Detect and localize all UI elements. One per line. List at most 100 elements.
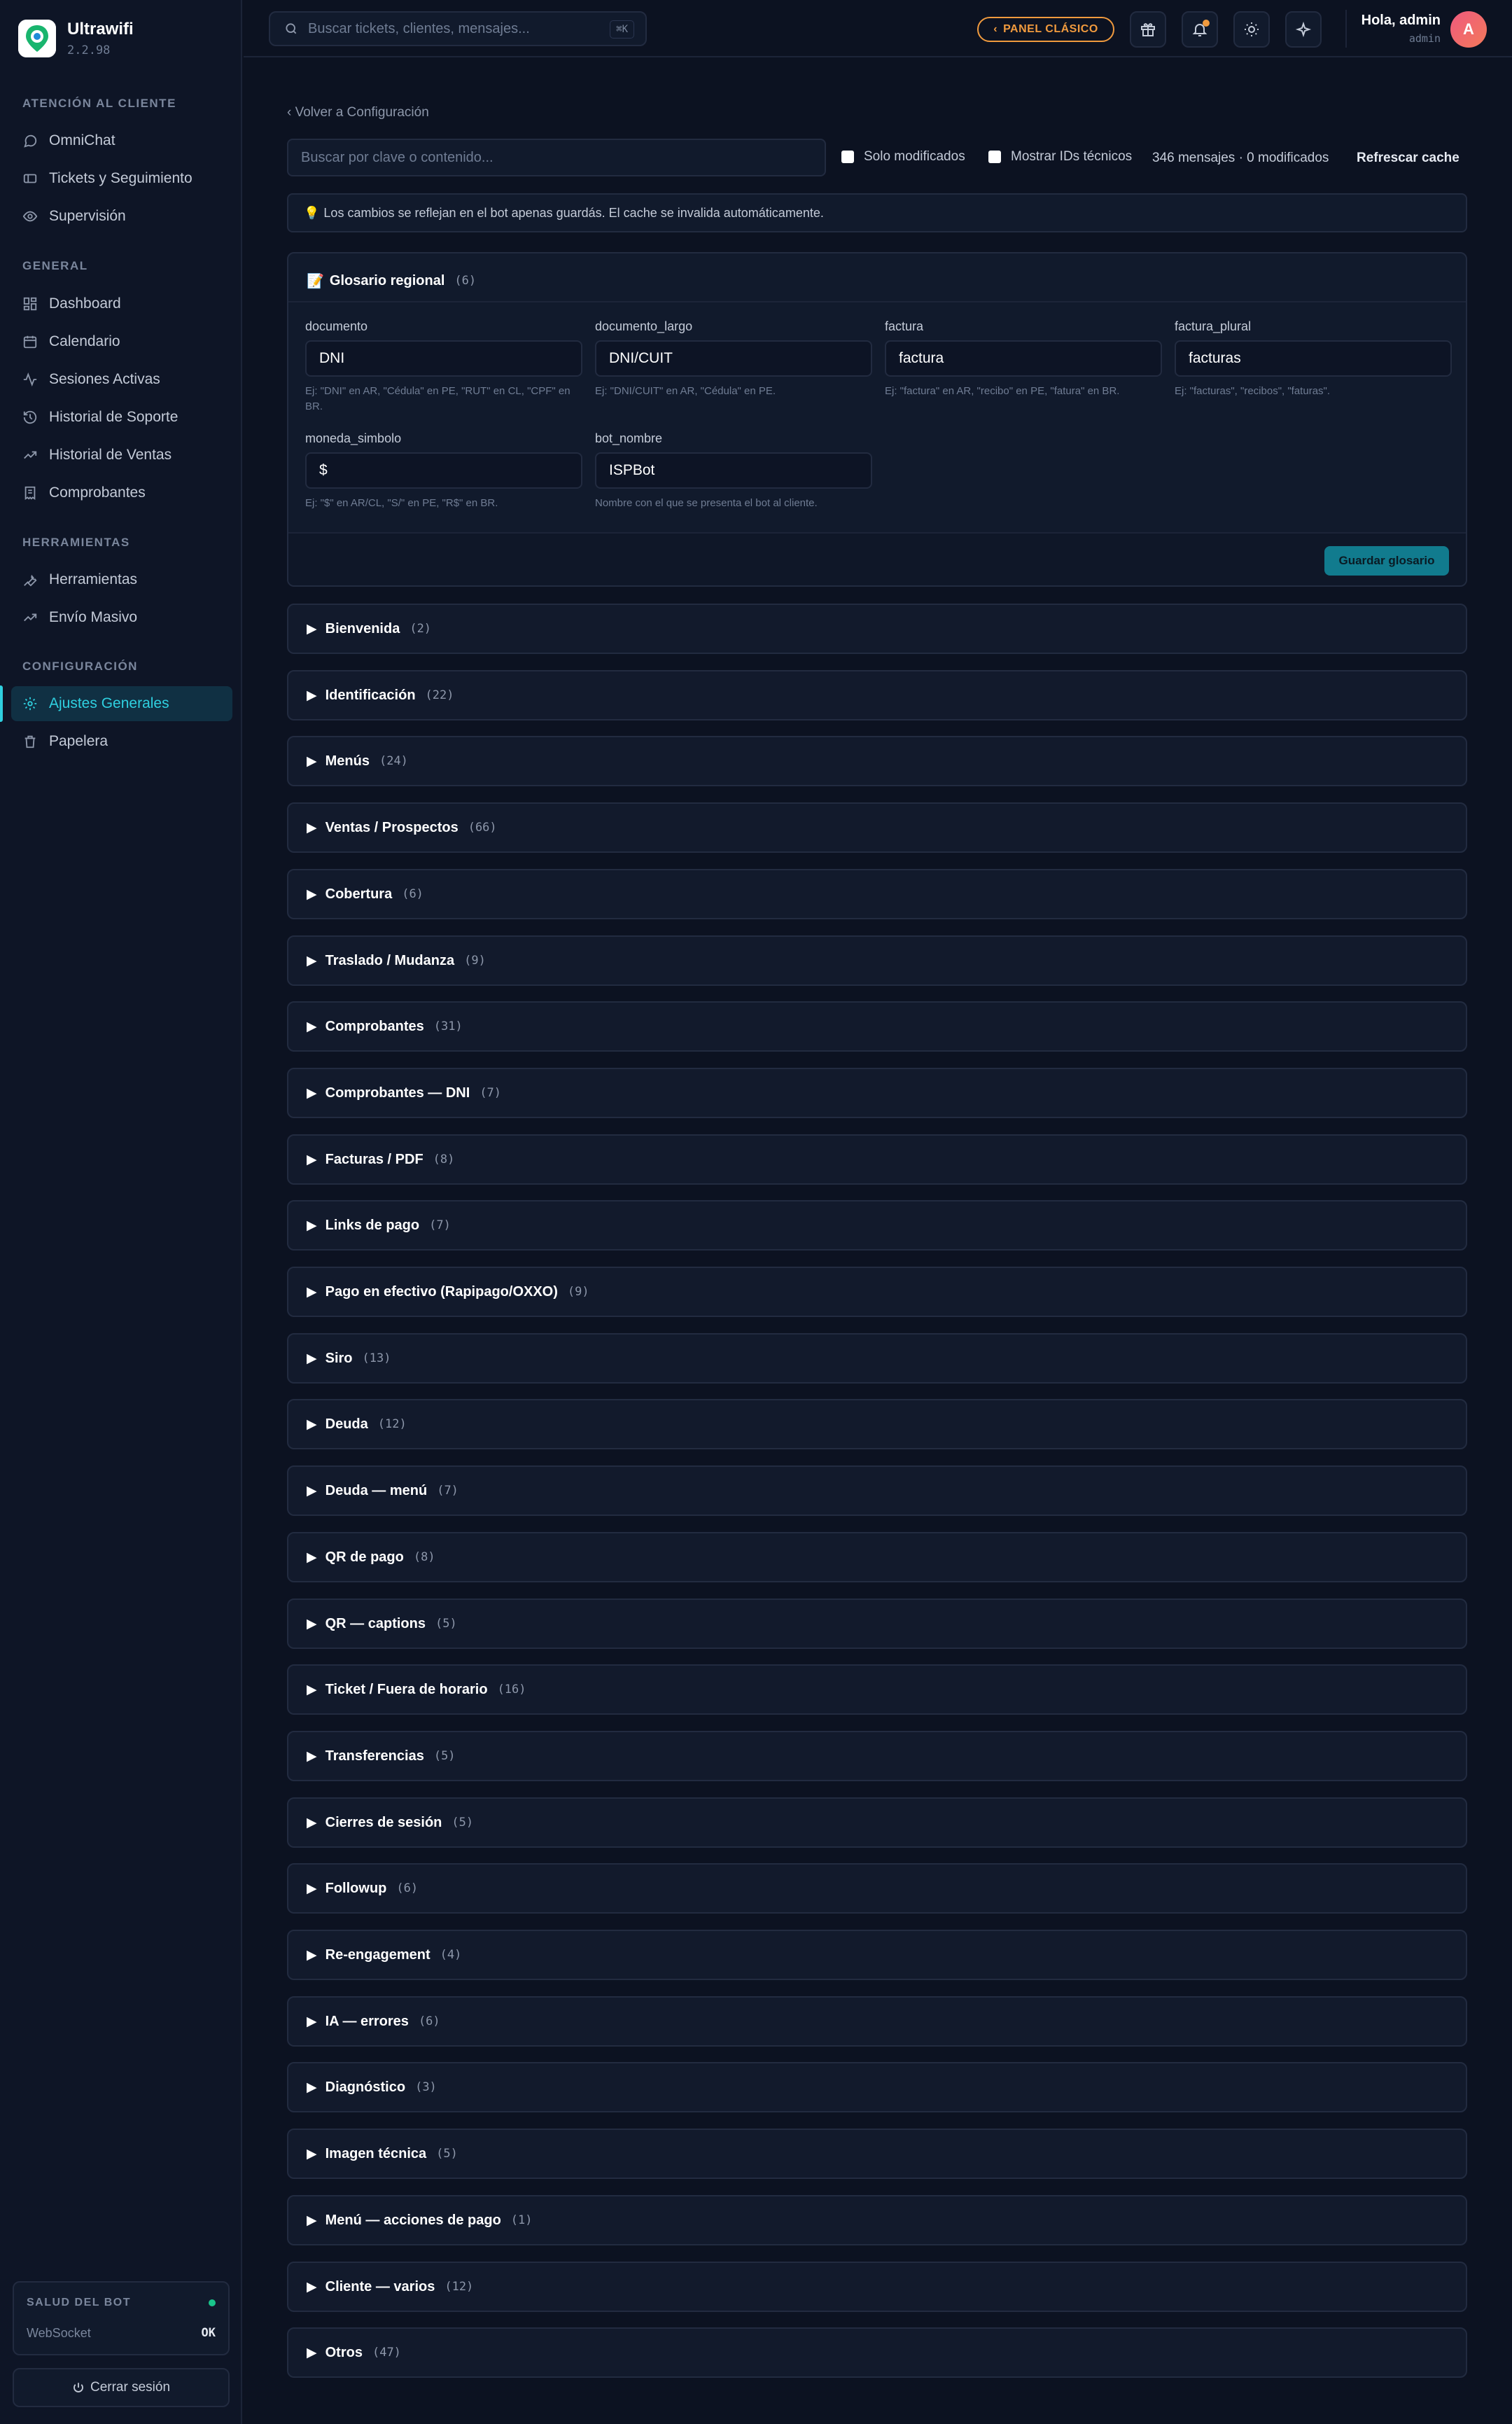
sidebar-item-label: Dashboard: [49, 295, 121, 312]
section-row[interactable]: ▶ Imagen técnica (5): [287, 2129, 1467, 2179]
search-placeholder: Buscar tickets, clientes, mensajes...: [308, 20, 530, 36]
sidebar-item-historial-ventas[interactable]: Historial de Ventas: [11, 438, 232, 473]
glossary-header[interactable]: 📝 Glosario regional (6): [307, 267, 476, 294]
sidebar-item-tickets[interactable]: Tickets y Seguimiento: [11, 161, 232, 196]
brand[interactable]: Ultrawifi 2.2.98: [18, 18, 228, 62]
lightbulb-icon: 💡: [304, 205, 320, 220]
section-row[interactable]: ▶ Ticket / Fuera de horario (16): [287, 1664, 1467, 1715]
sidebar-item-dashboard[interactable]: Dashboard: [11, 286, 232, 321]
field-label: factura: [885, 319, 924, 333]
sidebar-item-historial-soporte[interactable]: Historial de Soporte: [11, 400, 232, 435]
sparkle-icon: [1295, 21, 1312, 38]
nav-section-atencion: Atención al cliente: [22, 97, 176, 110]
sidebar-item-papelera[interactable]: Papelera: [11, 724, 232, 759]
only-modified-checkbox[interactable]: Solo modificados: [841, 149, 965, 165]
back-to-config-link[interactable]: ‹ Volver a Configuración: [287, 105, 429, 120]
section-count: (4): [440, 1948, 462, 1962]
field-input[interactable]: [595, 340, 872, 377]
section-row[interactable]: ▶ Diagnóstico (3): [287, 2062, 1467, 2112]
expand-triangle-icon: ▶: [307, 2345, 317, 2360]
section-row[interactable]: ▶ Bienvenida (2): [287, 604, 1467, 654]
expand-triangle-icon: ▶: [307, 2014, 317, 2029]
sidebar-item-ajustes-generales[interactable]: Ajustes Generales: [11, 686, 232, 721]
refresh-cache-button[interactable]: Refrescar cache: [1357, 151, 1460, 166]
section-count: (31): [433, 1019, 463, 1033]
section-row[interactable]: ▶ Cliente — varios (12): [287, 2262, 1467, 2312]
field-input[interactable]: [1175, 340, 1452, 377]
section-row[interactable]: ▶ Re-engagement (4): [287, 1930, 1467, 1980]
field-input[interactable]: [305, 340, 582, 377]
section-label: IA — errores: [325, 2013, 409, 2029]
memo-icon: 📝: [307, 273, 324, 289]
section-label: Pago en efectivo (Rapipago/OXXO): [325, 1283, 558, 1300]
brand-version: 2.2.98: [67, 43, 111, 57]
checkbox-box[interactable]: [841, 151, 854, 163]
health-status-dot: [209, 2299, 216, 2306]
theme-toggle-button[interactable]: [1233, 11, 1270, 48]
logout-button[interactable]: Cerrar sesión: [13, 2368, 230, 2407]
notifications-button[interactable]: [1182, 11, 1218, 48]
field-label: factura_plural: [1175, 319, 1252, 333]
section-row[interactable]: ▶ QR de pago (8): [287, 1532, 1467, 1582]
field-input[interactable]: [595, 452, 872, 489]
checkbox-box[interactable]: [988, 151, 1001, 163]
section-row[interactable]: ▶ Menús (24): [287, 736, 1467, 786]
section-row[interactable]: ▶ Deuda — menú (7): [287, 1465, 1467, 1516]
section-row[interactable]: ▶ Comprobantes (31): [287, 1001, 1467, 1052]
expand-triangle-icon: ▶: [307, 1284, 317, 1300]
sidebar-item-omnichat[interactable]: OmniChat: [11, 123, 232, 158]
section-row[interactable]: ▶ Otros (47): [287, 2327, 1467, 2378]
field-hint: Ej: "DNI" en AR, "Cédula" en PE, "RUT" e…: [305, 385, 570, 412]
expand-triangle-icon: ▶: [307, 688, 317, 703]
section-row[interactable]: ▶ Identificación (22): [287, 670, 1467, 720]
section-row[interactable]: ▶ Menú — acciones de pago (1): [287, 2195, 1467, 2245]
section-label: Menú — acciones de pago: [325, 2212, 501, 2228]
section-row[interactable]: ▶ IA — errores (6): [287, 1996, 1467, 2047]
section-row[interactable]: ▶ Transferencias (5): [287, 1731, 1467, 1781]
section-row[interactable]: ▶ Deuda (12): [287, 1399, 1467, 1449]
sidebar-item-calendario[interactable]: Calendario: [11, 324, 232, 359]
field-hint: Ej: "$" en AR/CL, "S/" en PE, "R$" en BR…: [305, 497, 498, 509]
field-input[interactable]: [305, 452, 582, 489]
sparkle-button[interactable]: [1285, 11, 1322, 48]
section-count: (12): [444, 2280, 474, 2294]
show-ids-checkbox[interactable]: Mostrar IDs técnicos: [988, 149, 1132, 165]
field-input[interactable]: [885, 340, 1162, 377]
nav-section-herramientas: Herramientas: [22, 536, 130, 549]
avatar[interactable]: A: [1450, 11, 1487, 48]
classic-panel-button[interactable]: ‹ PANEL CLÁSICO: [977, 17, 1114, 42]
section-row[interactable]: ▶ Facturas / PDF (8): [287, 1134, 1467, 1185]
sidebar-item-sesiones[interactable]: Sesiones Activas: [11, 362, 232, 397]
save-glossary-button[interactable]: Guardar glosario: [1324, 546, 1449, 576]
expand-triangle-icon: ▶: [307, 1416, 317, 1432]
nav-section-general: General: [22, 259, 88, 272]
expand-triangle-icon: ▶: [307, 753, 317, 769]
section-count: (6): [402, 887, 424, 901]
section-row[interactable]: ▶ Comprobantes — DNI (7): [287, 1068, 1467, 1118]
section-count: (16): [497, 1683, 526, 1697]
section-count: (13): [362, 1351, 391, 1365]
gift-button[interactable]: [1130, 11, 1166, 48]
section-row[interactable]: ▶ Cierres de sesión (5): [287, 1797, 1467, 1848]
global-search[interactable]: Buscar tickets, clientes, mensajes... ⌘K: [269, 11, 647, 46]
message-count: 346 mensajes · 0 modificados: [1152, 151, 1329, 165]
section-row[interactable]: ▶ Followup (6): [287, 1863, 1467, 1914]
message-filter-input[interactable]: [287, 139, 826, 176]
calendar-icon: [22, 334, 38, 349]
section-row[interactable]: ▶ Ventas / Prospectos (66): [287, 802, 1467, 853]
field-label: documento_largo: [595, 319, 693, 333]
section-row[interactable]: ▶ Pago en efectivo (Rapipago/OXXO) (9): [287, 1267, 1467, 1317]
section-row[interactable]: ▶ Traslado / Mudanza (9): [287, 935, 1467, 986]
section-row[interactable]: ▶ Siro (13): [287, 1333, 1467, 1384]
expand-triangle-icon: ▶: [307, 820, 317, 835]
section-row[interactable]: ▶ Links de pago (7): [287, 1200, 1467, 1251]
sidebar-item-envio-masivo[interactable]: Envío Masivo: [11, 600, 232, 635]
section-row[interactable]: ▶ QR — captions (5): [287, 1598, 1467, 1649]
section-row[interactable]: ▶ Cobertura (6): [287, 869, 1467, 919]
sidebar-item-comprobantes[interactable]: Comprobantes: [11, 475, 232, 510]
field-label: bot_nombre: [595, 431, 663, 445]
sidebar-item-herramientas[interactable]: Herramientas: [11, 562, 232, 597]
sidebar-item-supervision[interactable]: Supervisión: [11, 199, 232, 234]
activity-icon: [22, 372, 38, 387]
show-ids-label: Mostrar IDs técnicos: [1011, 149, 1133, 164]
